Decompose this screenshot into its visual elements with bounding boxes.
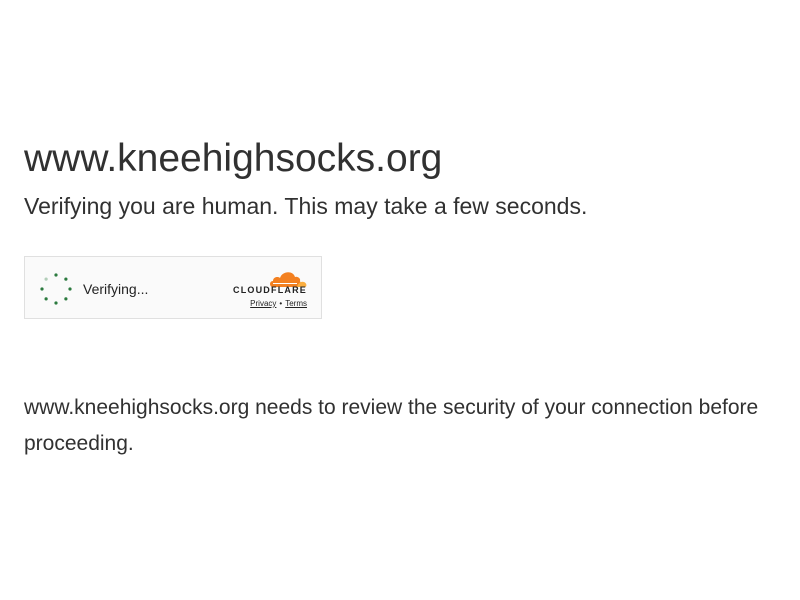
terms-link[interactable]: Terms [285, 299, 307, 308]
page-title: www.kneehighsocks.org [24, 137, 443, 180]
challenge-page: www.kneehighsocks.org Verifying you are … [0, 0, 800, 600]
link-separator: • [279, 299, 283, 308]
verification-widget[interactable]: Verifying... CLOUDFLARE Privacy • Terms [24, 256, 322, 319]
loading-spinner-icon [40, 273, 72, 305]
widget-links: Privacy • Terms [250, 299, 307, 309]
verifying-status-text: Verifying... [83, 281, 149, 297]
security-review-message: www.kneehighsocks.org needs to review th… [24, 396, 759, 455]
spinner-dots [40, 273, 72, 305]
cloudflare-wordmark: CLOUDFLARE [233, 285, 307, 295]
privacy-link[interactable]: Privacy [250, 299, 276, 308]
cloudflare-branding: CLOUDFLARE Privacy • Terms [227, 267, 307, 311]
page-subtitle: Verifying you are human. This may take a… [24, 193, 588, 219]
